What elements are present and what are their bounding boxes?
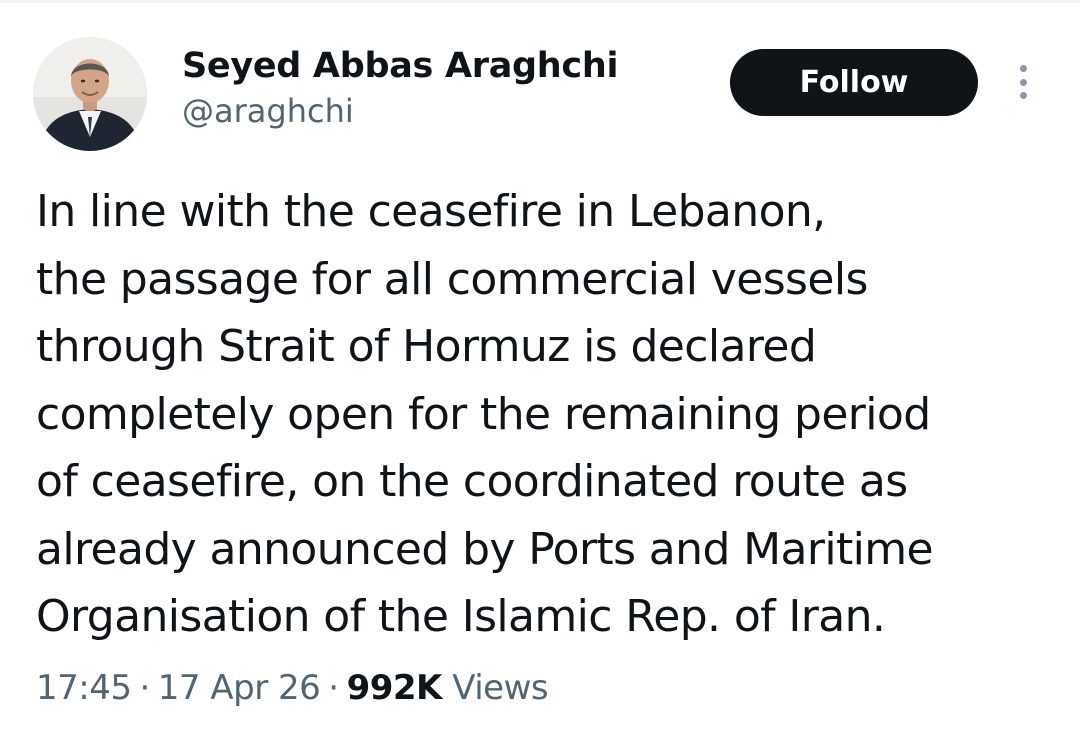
meta-separator: · <box>328 668 339 708</box>
tweet-text-line: In line with the ceasefire in Lebanon, <box>36 186 826 237</box>
tweet-time[interactable]: 17:45 <box>36 668 132 708</box>
tweet-text-line: already announced by Ports and Maritime <box>36 523 934 575</box>
more-dot <box>1019 92 1027 99</box>
tweet-date[interactable]: 17 Apr 26 <box>158 668 321 708</box>
top-divider <box>0 0 1080 3</box>
author-block: Seyed Abbas Araghchi @araghchi <box>182 44 618 132</box>
tweet-card: Seyed Abbas Araghchi @araghchi Follow In… <box>0 0 1080 735</box>
author-handle[interactable]: @araghchi <box>182 90 618 132</box>
views-count[interactable]: 992K <box>347 668 443 708</box>
more-options-icon[interactable] <box>1008 62 1038 102</box>
tweet-meta: 17:45 · 17 Apr 26 · 992K Views <box>36 666 549 710</box>
avatar[interactable] <box>33 37 147 151</box>
tweet-text-line: completely open for the remaining period <box>36 388 931 440</box>
more-dot <box>1019 65 1027 72</box>
tweet-text-line: Organisation of the Islamic Rep. of Iran… <box>36 591 886 642</box>
tweet-text-line: the passage for all commercial vessels <box>36 253 868 305</box>
meta-separator: · <box>139 668 150 708</box>
tweet-text-line: through Strait of Hormuz is declared <box>36 321 817 372</box>
tweet-text-line: of ceasefire, on the coordinated route a… <box>36 456 908 507</box>
more-dot <box>1019 78 1027 86</box>
follow-button[interactable]: Follow <box>730 49 978 116</box>
views-label[interactable]: Views <box>452 668 548 708</box>
author-display-name[interactable]: Seyed Abbas Araghchi <box>182 44 618 88</box>
avatar-photo <box>33 37 147 151</box>
tweet-text: In line with the ceasefire in Lebanon, t… <box>36 178 1056 651</box>
